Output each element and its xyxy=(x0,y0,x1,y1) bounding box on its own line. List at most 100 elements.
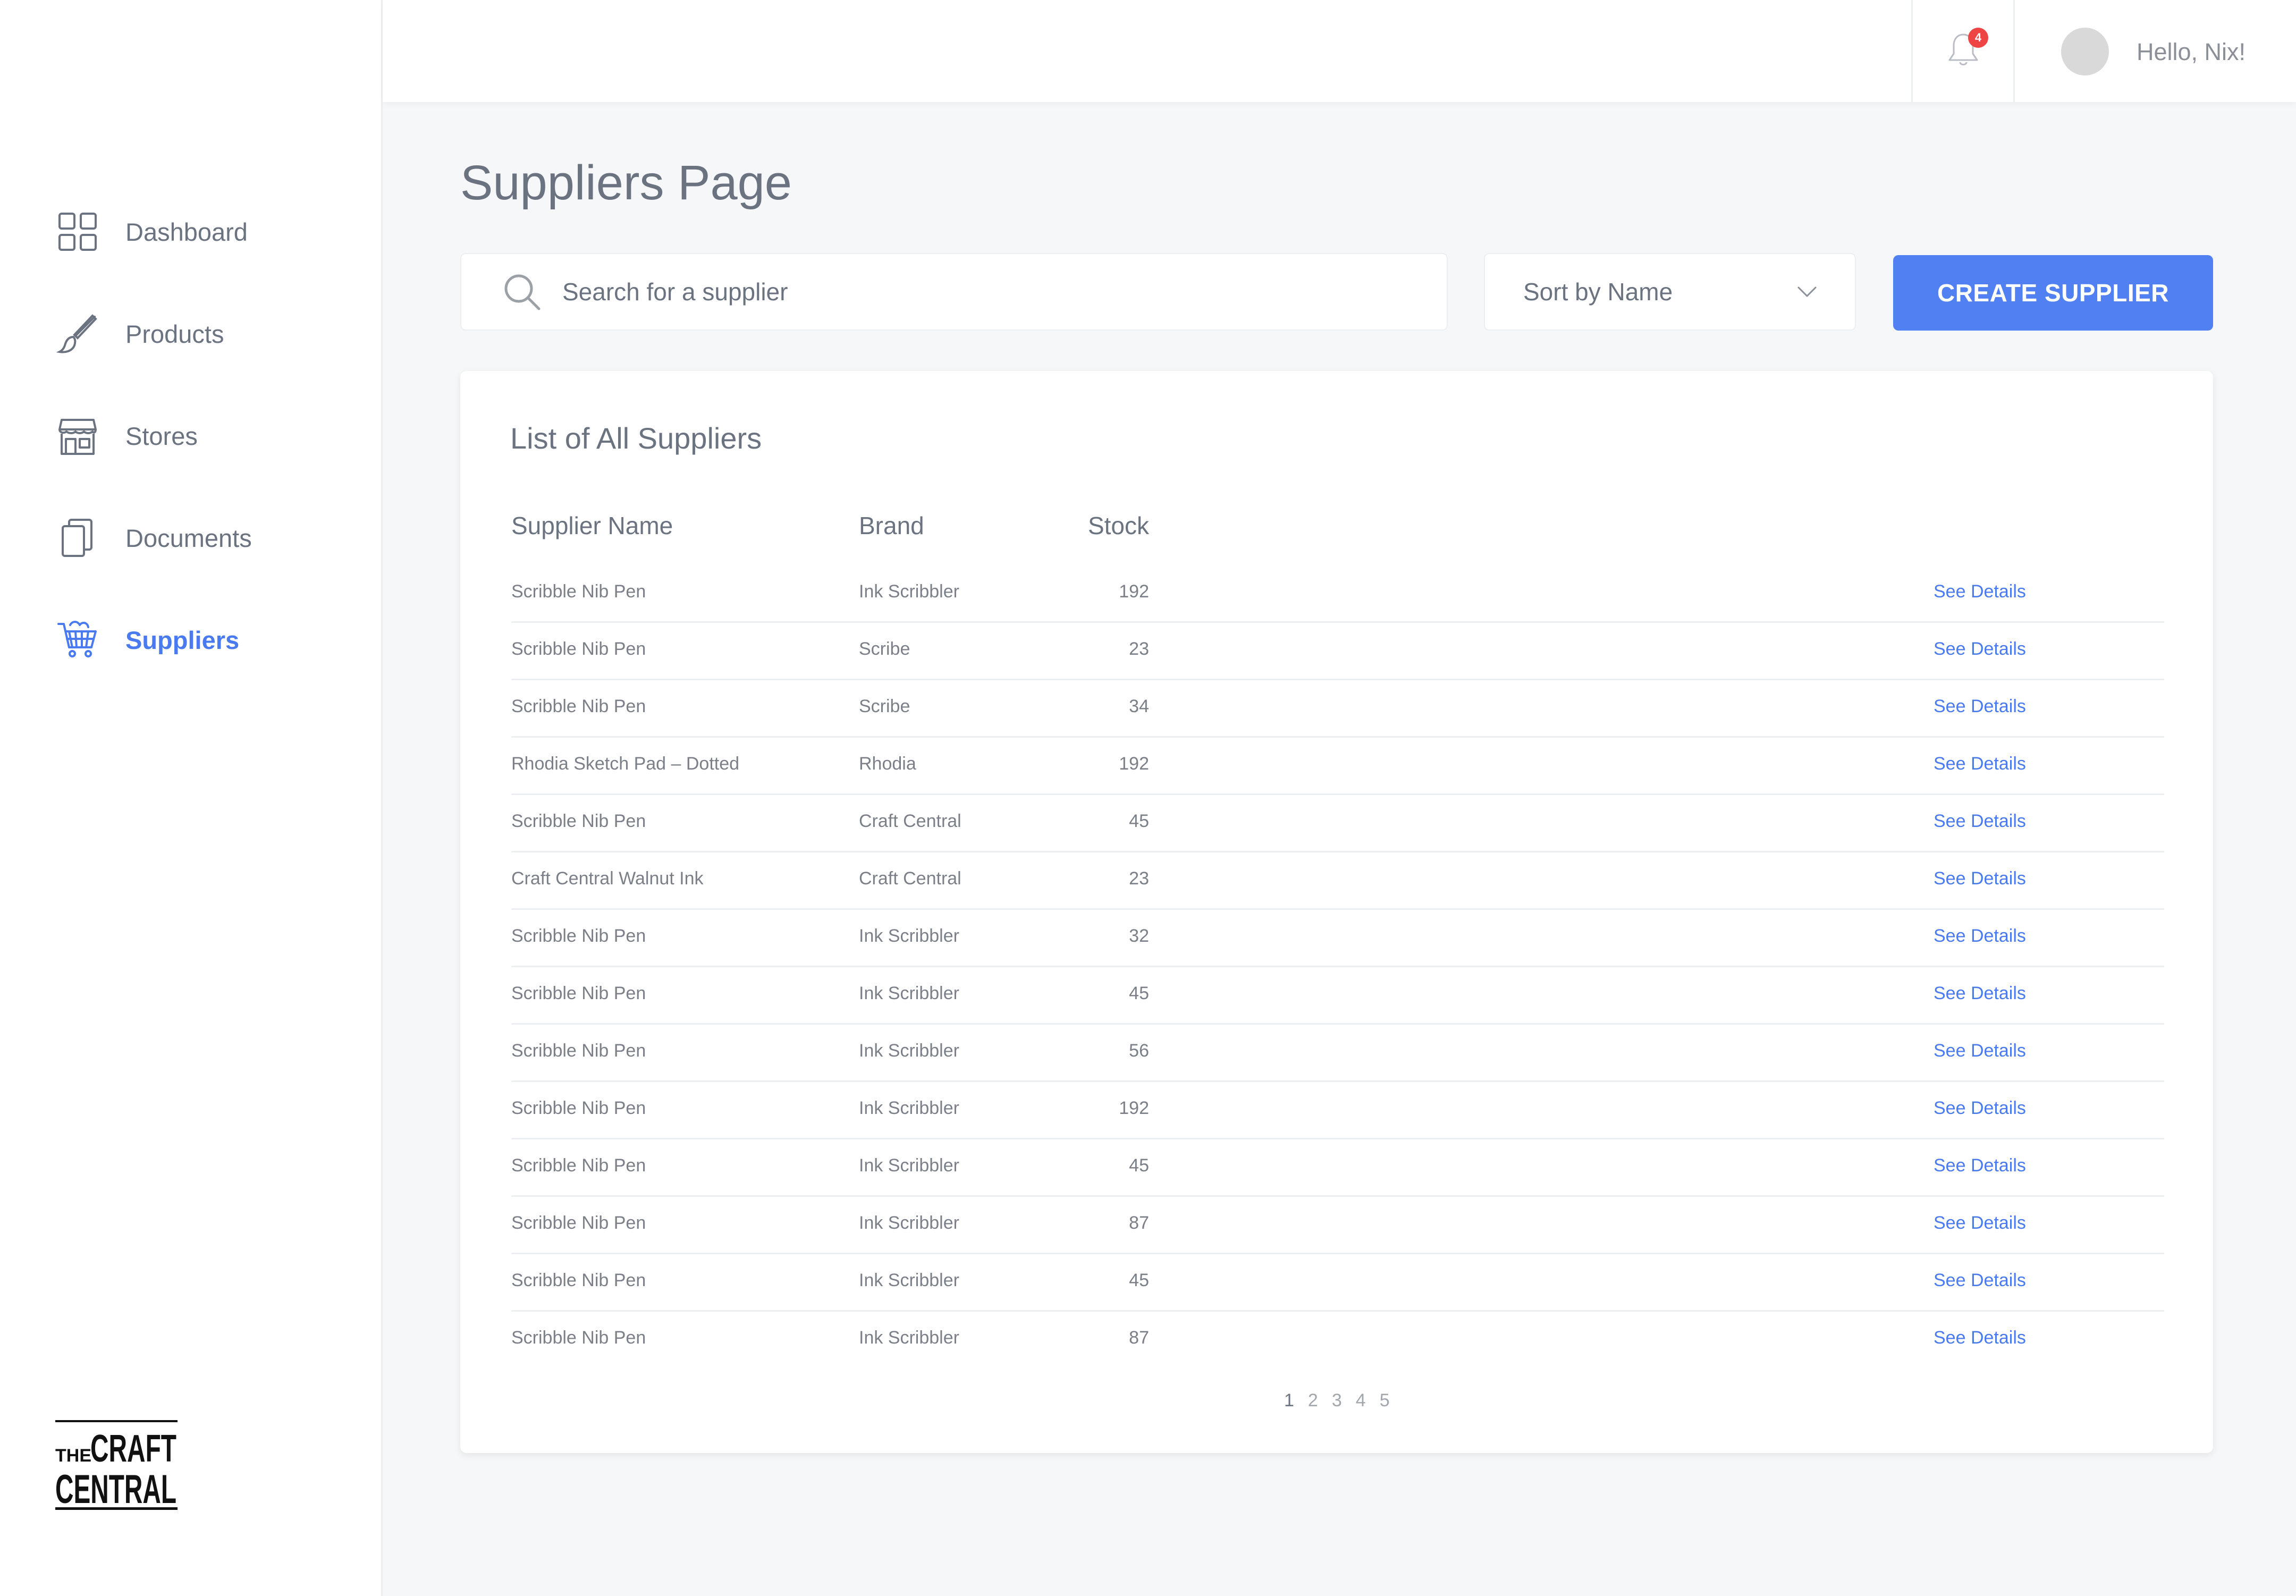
see-details-link[interactable]: See Details xyxy=(1934,696,2026,717)
table-row: Scribble Nib Pen Ink Scribbler 87 See Detai… xyxy=(511,1312,2164,1369)
stock-cell: 23 xyxy=(1129,639,1149,659)
column-header-name[interactable]: Supplier Name xyxy=(511,511,673,540)
table-body: Scribble Nib Pen Ink Scribbler 192 See Deta… xyxy=(511,565,2164,1369)
page-link-2[interactable]: 2 xyxy=(1308,1390,1318,1411)
see-details-link[interactable]: See Details xyxy=(1934,868,2026,889)
search-input[interactable] xyxy=(562,277,1413,306)
table-row: Scribble Nib Pen Ink Scribbler 45 See Detai… xyxy=(511,967,2164,1025)
sidebar-item-stores[interactable]: Stores xyxy=(0,385,383,487)
search-box[interactable] xyxy=(460,253,1448,331)
supplier-name-cell: Scribble Nib Pen xyxy=(511,1098,646,1118)
stock-cell: 56 xyxy=(1129,1041,1149,1061)
stock-cell: 23 xyxy=(1129,868,1149,889)
craft-central-logo[interactable]: THE CRAFT CENTRAL xyxy=(55,1420,178,1512)
brand-cell: Craft Central xyxy=(859,868,961,889)
brand-cell: Ink Scribbler xyxy=(859,983,959,1003)
sort-dropdown[interactable]: Sort by Name xyxy=(1484,253,1856,331)
brand-cell: Ink Scribbler xyxy=(859,581,959,602)
supplier-name-cell: Scribble Nib Pen xyxy=(511,1328,646,1348)
notifications-button[interactable]: 4 xyxy=(1911,0,2015,102)
supplier-name-cell: Scribble Nib Pen xyxy=(511,1155,646,1176)
see-details-link[interactable]: See Details xyxy=(1934,581,2026,602)
supplier-name-cell: Scribble Nib Pen xyxy=(511,983,646,1003)
see-details-link[interactable]: See Details xyxy=(1934,639,2026,660)
user-greeting[interactable]: Hello, Nix! xyxy=(2137,38,2246,66)
supplier-name-cell: Scribble Nib Pen xyxy=(511,926,646,946)
brand-cell: Ink Scribbler xyxy=(859,1041,959,1061)
brand-cell: Ink Scribbler xyxy=(859,1213,959,1233)
table-row: Scribble Nib Pen Scribe 34 See Details xyxy=(511,680,2164,738)
cart-icon xyxy=(56,619,99,661)
table-row: Rhodia Sketch Pad – Dotted Rhodia 192 See D… xyxy=(511,738,2164,795)
sidebar-item-products[interactable]: Products xyxy=(0,283,383,385)
page-link-4[interactable]: 4 xyxy=(1356,1390,1366,1411)
sidebar-item-label: Suppliers xyxy=(125,626,240,654)
top-bar: 4 Hello, Nix! xyxy=(383,0,2296,102)
table-row: Craft Central Walnut Ink Craft Central 23 S… xyxy=(511,852,2164,910)
see-details-link[interactable]: See Details xyxy=(1934,754,2026,774)
create-supplier-button[interactable]: CREATE SUPPLIER xyxy=(1893,255,2213,331)
table-row: Scribble Nib Pen Ink Scribbler 87 See Detai… xyxy=(511,1197,2164,1254)
sidebar: Dashboard Products Stores Documents Supp… xyxy=(0,0,383,1596)
supplier-name-cell: Craft Central Walnut Ink xyxy=(511,868,704,889)
page-link-1[interactable]: 1 xyxy=(1284,1390,1294,1411)
sidebar-item-label: Products xyxy=(125,319,224,348)
see-details-link[interactable]: See Details xyxy=(1934,1213,2026,1234)
brand-cell: Ink Scribbler xyxy=(859,1270,959,1290)
suppliers-card: List of All Suppliers Supplier Name Bran… xyxy=(460,371,2213,1453)
table-row: Scribble Nib Pen Ink Scribbler 56 See Detai… xyxy=(511,1025,2164,1082)
page-link-5[interactable]: 5 xyxy=(1380,1390,1390,1411)
sort-label: Sort by Name xyxy=(1523,278,1673,306)
supplier-name-cell: Scribble Nib Pen xyxy=(511,1041,646,1061)
see-details-link[interactable]: See Details xyxy=(1934,1041,2026,1061)
see-details-link[interactable]: See Details xyxy=(1934,1155,2026,1176)
store-icon xyxy=(56,415,99,457)
search-icon xyxy=(461,271,562,313)
stock-cell: 87 xyxy=(1129,1328,1149,1348)
see-details-link[interactable]: See Details xyxy=(1934,1098,2026,1119)
supplier-name-cell: Scribble Nib Pen xyxy=(511,1270,646,1290)
svg-text:CRAFT: CRAFT xyxy=(90,1428,176,1470)
supplier-name-cell: Scribble Nib Pen xyxy=(511,639,646,659)
column-header-brand[interactable]: Brand xyxy=(859,511,924,540)
card-title: List of All Suppliers xyxy=(510,421,762,455)
see-details-link[interactable]: See Details xyxy=(1934,1270,2026,1291)
stock-cell: 192 xyxy=(1119,1098,1149,1118)
see-details-link[interactable]: See Details xyxy=(1934,926,2026,947)
table-row: Scribble Nib Pen Ink Scribbler 45 See Detai… xyxy=(511,1254,2164,1312)
brush-icon xyxy=(56,313,99,355)
sidebar-item-suppliers[interactable]: Suppliers xyxy=(0,589,383,691)
stock-cell: 34 xyxy=(1129,696,1149,716)
sidebar-item-label: Dashboard xyxy=(125,217,248,246)
table-row: Scribble Nib Pen Ink Scribbler 45 See Detai… xyxy=(511,1139,2164,1197)
stock-cell: 45 xyxy=(1129,811,1149,831)
stock-cell: 45 xyxy=(1129,1270,1149,1290)
avatar[interactable] xyxy=(2061,28,2109,75)
brand-cell: Ink Scribbler xyxy=(859,926,959,946)
grid-icon xyxy=(56,210,99,253)
sidebar-item-dashboard[interactable]: Dashboard xyxy=(0,181,383,283)
supplier-name-cell: Rhodia Sketch Pad – Dotted xyxy=(511,754,740,774)
supplier-name-cell: Scribble Nib Pen xyxy=(511,1213,646,1233)
stock-cell: 32 xyxy=(1129,926,1149,946)
brand-cell: Scribe xyxy=(859,696,910,716)
brand-cell: Rhodia xyxy=(859,754,916,774)
supplier-name-cell: Scribble Nib Pen xyxy=(511,581,646,602)
brand-cell: Ink Scribbler xyxy=(859,1328,959,1348)
see-details-link[interactable]: See Details xyxy=(1934,1328,2026,1348)
column-header-stock[interactable]: Stock xyxy=(1069,511,1149,540)
stock-cell: 45 xyxy=(1129,983,1149,1003)
see-details-link[interactable]: See Details xyxy=(1934,983,2026,1004)
page-link-3[interactable]: 3 xyxy=(1332,1390,1342,1411)
table-row: Scribble Nib Pen Ink Scribbler 192 See Deta… xyxy=(511,565,2164,623)
table-row: Scribble Nib Pen Craft Central 45 See Detai… xyxy=(511,795,2164,852)
table-row: Scribble Nib Pen Ink Scribbler 192 See Deta… xyxy=(511,1082,2164,1139)
sidebar-nav: Dashboard Products Stores Documents Supp… xyxy=(0,181,383,691)
table-header: Supplier Name Brand Stock xyxy=(511,511,2164,548)
sidebar-item-label: Documents xyxy=(125,523,252,552)
chevron-down-icon xyxy=(1796,285,1818,298)
stock-cell: 87 xyxy=(1129,1213,1149,1233)
sidebar-item-documents[interactable]: Documents xyxy=(0,487,383,589)
see-details-link[interactable]: See Details xyxy=(1934,811,2026,832)
table-row: Scribble Nib Pen Ink Scribbler 32 See Detai… xyxy=(511,910,2164,967)
